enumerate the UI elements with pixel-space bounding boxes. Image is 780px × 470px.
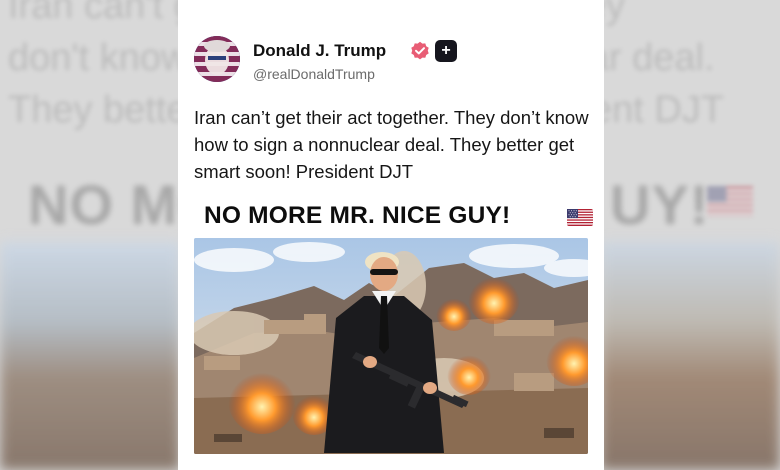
background-photo-left bbox=[0, 242, 180, 470]
us-flag-icon bbox=[567, 209, 593, 226]
post-image[interactable] bbox=[194, 238, 588, 454]
image-headline: NO MORE MR. NICE GUY! bbox=[194, 200, 593, 234]
author-name[interactable]: Donald J. Trump bbox=[253, 41, 386, 61]
headline-text: NO MORE MR. NICE GUY! bbox=[204, 202, 511, 229]
post-header: Donald J. Trump + @realDonaldTrump bbox=[194, 36, 594, 84]
avatar[interactable] bbox=[194, 36, 240, 82]
author-handle[interactable]: @realDonaldTrump bbox=[253, 66, 375, 82]
plus-icon[interactable]: + bbox=[435, 40, 457, 62]
background-headline-right: UY! bbox=[610, 173, 710, 236]
post-card: Donald J. Trump + @realDonaldTrump Iran … bbox=[178, 0, 604, 470]
war-scene-illustration bbox=[194, 238, 588, 454]
background-us-flag-icon bbox=[707, 186, 753, 216]
post-text: Iran can’t get their act together. They … bbox=[194, 107, 589, 182]
background-photo-right bbox=[600, 242, 780, 470]
avatar-portrait-icon bbox=[194, 36, 240, 82]
verified-badge-icon bbox=[411, 41, 429, 60]
